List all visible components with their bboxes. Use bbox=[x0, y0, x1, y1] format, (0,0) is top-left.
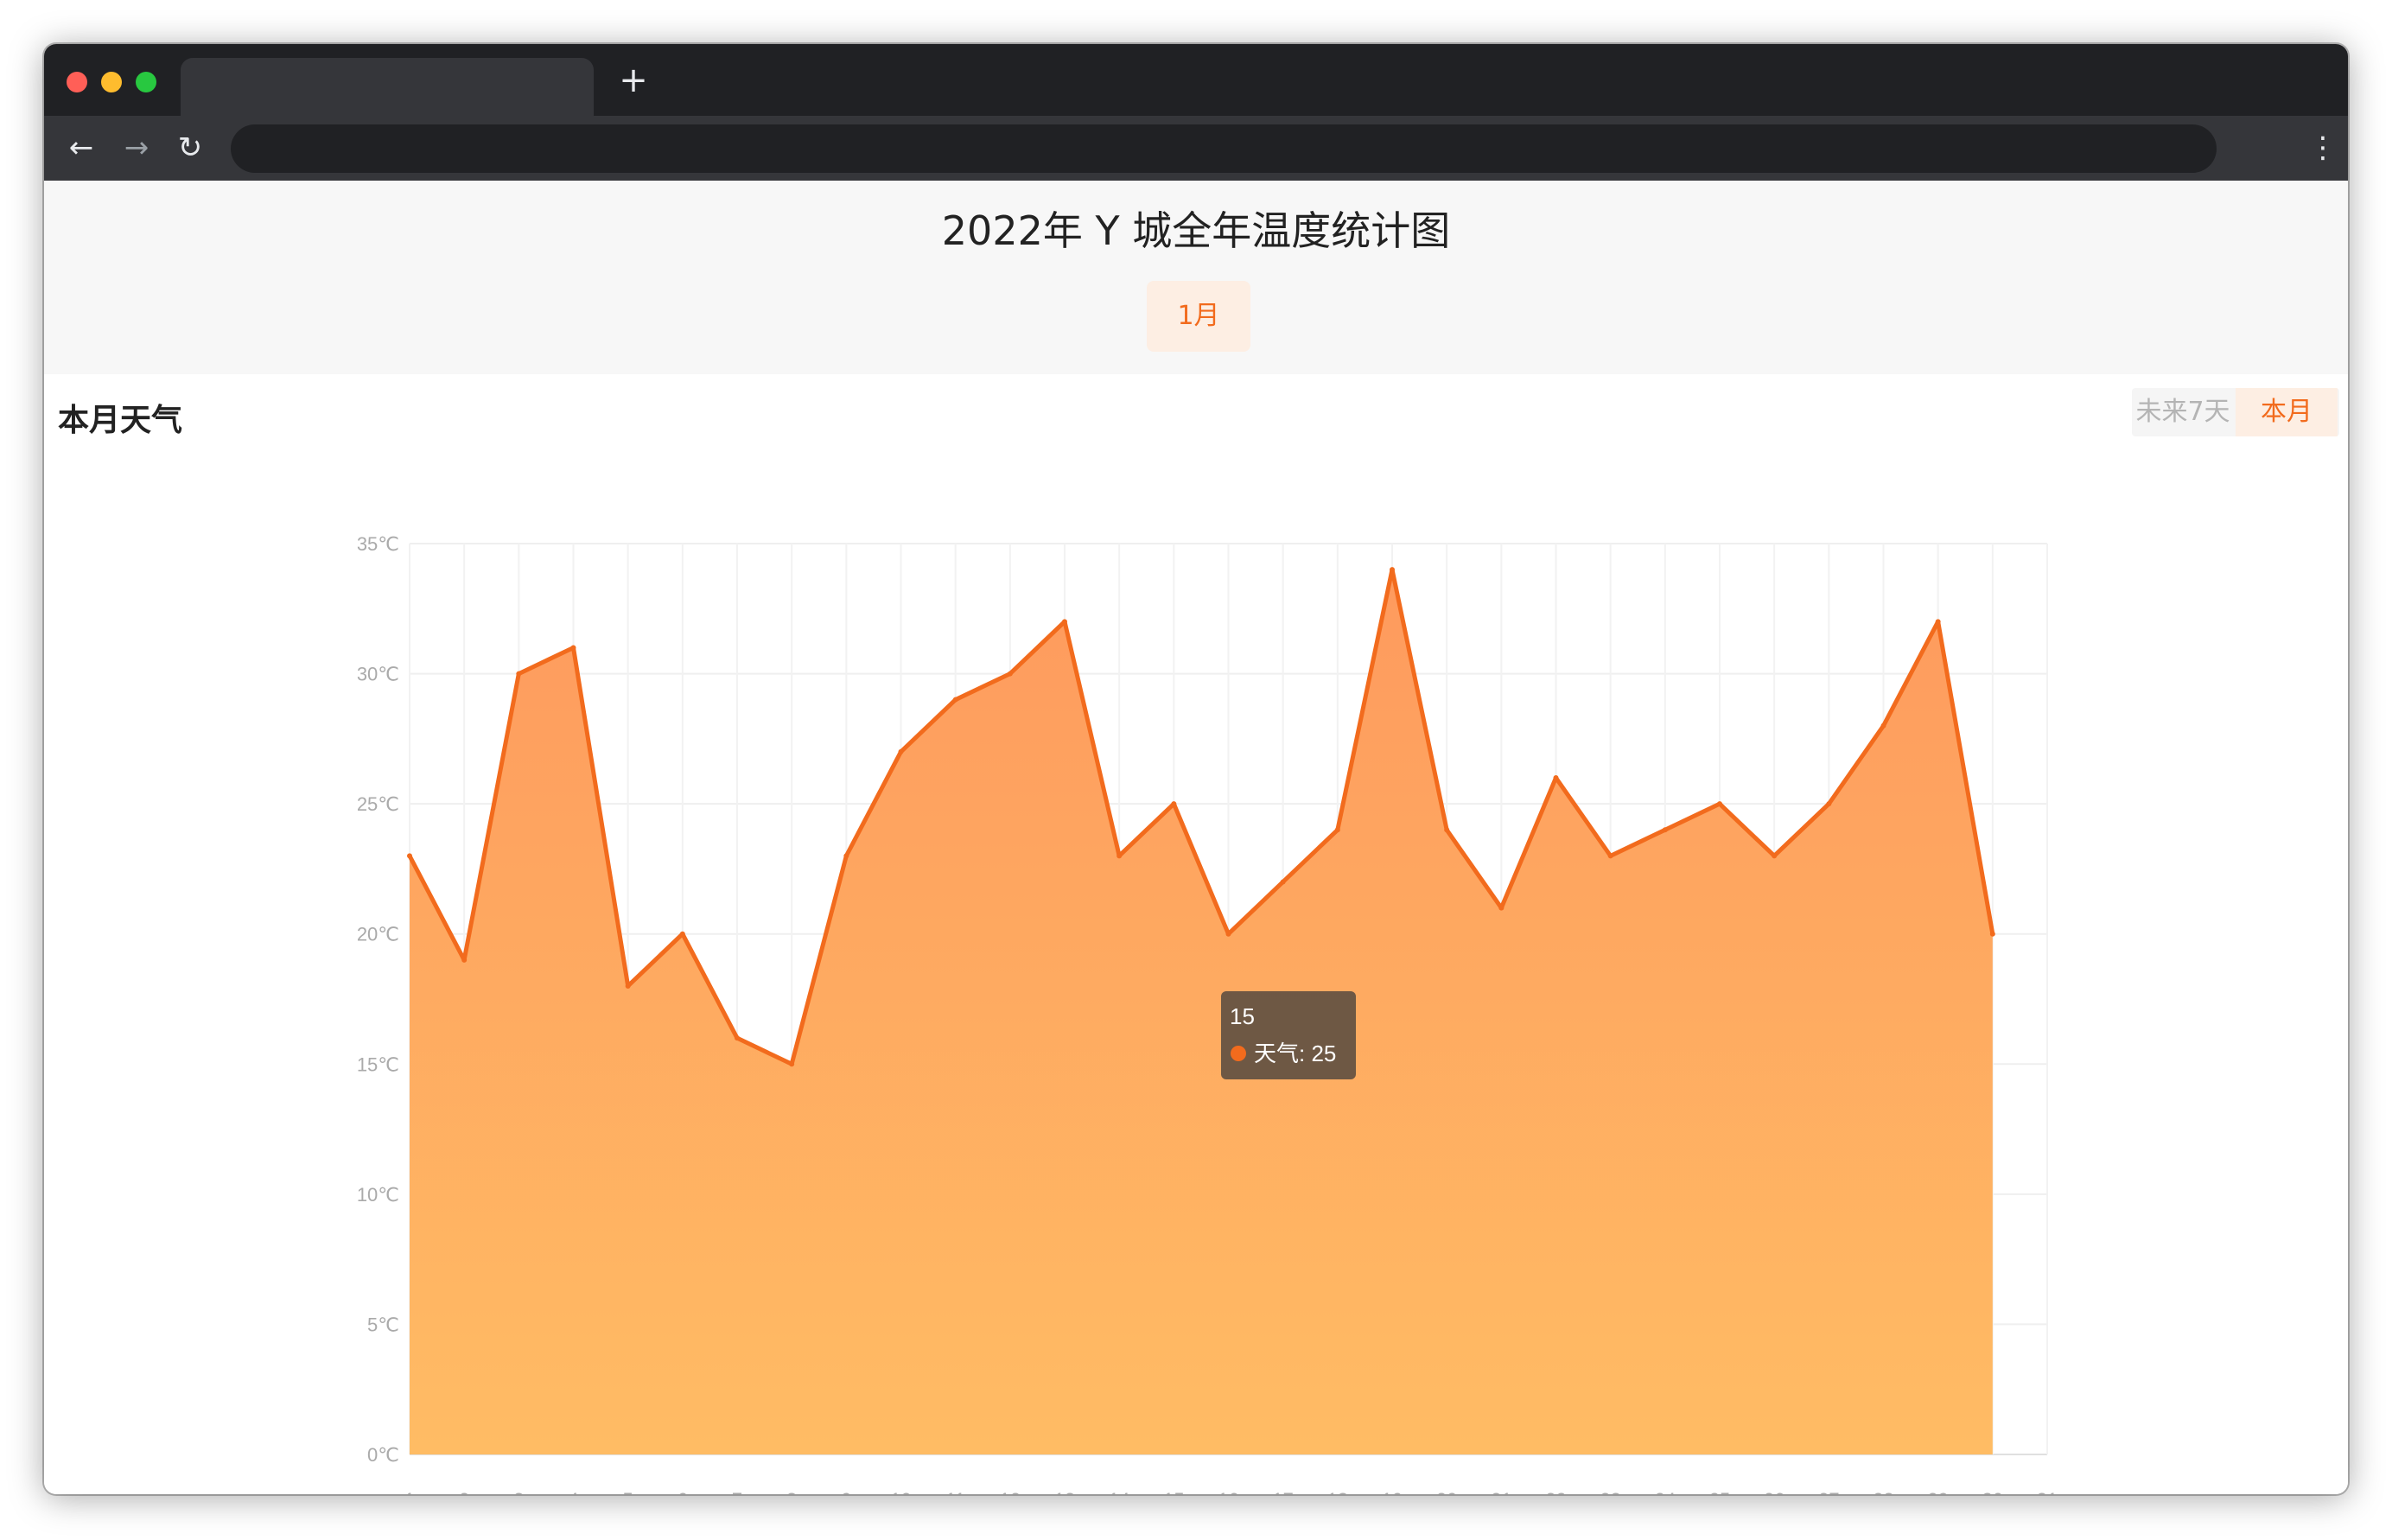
close-window-button[interactable] bbox=[67, 72, 87, 92]
x-tick-label: 20 bbox=[1436, 1489, 1457, 1494]
data-point bbox=[843, 853, 849, 859]
x-tick-label: 14 bbox=[1109, 1489, 1129, 1494]
tooltip-header: 15 bbox=[1230, 1003, 1255, 1029]
data-point bbox=[1171, 801, 1177, 807]
reload-icon[interactable]: ↻ bbox=[170, 128, 210, 168]
data-point bbox=[1880, 722, 1886, 729]
chart-container: 0℃5℃10℃15℃20℃25℃30℃35℃ 12345678910111213… bbox=[44, 181, 2348, 1494]
data-point bbox=[1007, 671, 1013, 677]
data-point bbox=[1772, 853, 1778, 859]
chart-tooltip: 15 天气: 25 bbox=[1221, 991, 1356, 1079]
temperature-area-chart[interactable]: 0℃5℃10℃15℃20℃25℃30℃35℃ 12345678910111213… bbox=[44, 181, 2348, 1494]
data-point bbox=[1444, 827, 1450, 833]
new-tab-plus-icon[interactable]: + bbox=[614, 61, 652, 99]
series-area-fill bbox=[410, 570, 1993, 1454]
y-tick-label: 10℃ bbox=[357, 1184, 399, 1206]
y-axis-ticks: 0℃ 5℃ 10℃ 15℃ 20℃ 25℃ 30℃ 35℃ bbox=[357, 533, 399, 1466]
x-tick-label: 22 bbox=[1545, 1489, 1566, 1494]
data-point bbox=[407, 853, 412, 859]
x-tick-label: 17 bbox=[1272, 1489, 1293, 1494]
x-tick-label: 10 bbox=[890, 1489, 911, 1494]
x-tick-label: 30 bbox=[1982, 1489, 2003, 1494]
data-point bbox=[1390, 567, 1395, 573]
x-tick-label: 24 bbox=[1655, 1489, 1676, 1494]
y-tick-label: 25℃ bbox=[357, 793, 399, 815]
browser-window: + ← → ↻ ⋮ 2022年 Y 城全年温度统计图 1月 本月天气 未来7天 … bbox=[44, 44, 2348, 1494]
minimize-window-button[interactable] bbox=[101, 72, 122, 92]
data-point bbox=[1553, 775, 1559, 781]
x-tick-label: 18 bbox=[1327, 1489, 1348, 1494]
data-point bbox=[679, 931, 685, 937]
y-tick-label: 0℃ bbox=[367, 1444, 399, 1466]
data-point bbox=[1280, 879, 1286, 885]
data-point bbox=[516, 671, 522, 677]
data-point bbox=[1498, 905, 1505, 911]
x-tick-label: 27 bbox=[1818, 1489, 1839, 1494]
y-tick-label: 5℃ bbox=[367, 1314, 399, 1335]
x-tick-label: 23 bbox=[1600, 1489, 1620, 1494]
x-tick-label: 12 bbox=[1000, 1489, 1021, 1494]
y-tick-label: 15℃ bbox=[357, 1053, 399, 1075]
data-point bbox=[1062, 619, 1067, 625]
x-tick-label: 25 bbox=[1709, 1489, 1730, 1494]
tooltip-series-dot bbox=[1231, 1046, 1246, 1061]
x-axis-ticks: 1234567891011121314151617181920212223242… bbox=[404, 1489, 2058, 1494]
data-point bbox=[461, 957, 468, 963]
x-tick-label: 16 bbox=[1218, 1489, 1238, 1494]
data-point bbox=[735, 1035, 740, 1041]
more-menu-icon[interactable]: ⋮ bbox=[2308, 128, 2338, 168]
data-point bbox=[1334, 827, 1340, 833]
data-point bbox=[625, 983, 631, 989]
y-tick-label: 20℃ bbox=[357, 924, 399, 945]
x-tick-label: 13 bbox=[1054, 1489, 1075, 1494]
x-tick-label: 29 bbox=[1927, 1489, 1948, 1494]
maximize-window-button[interactable] bbox=[136, 72, 156, 92]
data-point bbox=[789, 1061, 795, 1067]
tooltip-series-label: 天气: 25 bbox=[1254, 1040, 1336, 1066]
data-point bbox=[1717, 801, 1722, 807]
x-tick-label: 1 bbox=[404, 1489, 415, 1494]
data-point bbox=[1662, 827, 1668, 833]
x-tick-label: 15 bbox=[1163, 1489, 1184, 1494]
data-point bbox=[1935, 619, 1941, 625]
x-tick-label: 19 bbox=[1382, 1489, 1403, 1494]
x-tick-label: 28 bbox=[1873, 1489, 1893, 1494]
x-tick-label: 6 bbox=[678, 1489, 688, 1494]
y-tick-label: 35℃ bbox=[357, 533, 399, 555]
data-point bbox=[1989, 931, 1995, 937]
data-point bbox=[952, 697, 958, 703]
x-tick-label: 3 bbox=[513, 1489, 524, 1494]
x-tick-label: 21 bbox=[1491, 1489, 1511, 1494]
data-point bbox=[570, 645, 576, 651]
x-tick-label: 5 bbox=[623, 1489, 633, 1494]
data-point bbox=[1225, 931, 1231, 937]
back-arrow-icon[interactable]: ← bbox=[61, 128, 101, 168]
x-tick-label: 11 bbox=[945, 1489, 965, 1494]
browser-toolbar: ← → ↻ ⋮ bbox=[44, 116, 2348, 181]
x-tick-label: 9 bbox=[841, 1489, 851, 1494]
data-point bbox=[898, 748, 904, 754]
browser-titlebar: + bbox=[44, 44, 2348, 116]
x-tick-label: 2 bbox=[459, 1489, 469, 1494]
x-tick-label: 4 bbox=[568, 1489, 578, 1494]
address-bar[interactable] bbox=[231, 124, 2217, 173]
x-tick-label: 8 bbox=[786, 1489, 797, 1494]
page-content: 2022年 Y 城全年温度统计图 1月 本月天气 未来7天 本月 0℃ 5℃ 10℃… bbox=[44, 181, 2348, 1494]
data-point bbox=[1826, 801, 1832, 807]
data-point bbox=[1607, 853, 1613, 859]
forward-arrow-icon[interactable]: → bbox=[117, 128, 156, 168]
chart-area-layer bbox=[407, 567, 1995, 1454]
browser-tab[interactable] bbox=[181, 58, 594, 116]
data-point bbox=[1116, 853, 1123, 859]
x-tick-label: 26 bbox=[1764, 1489, 1784, 1494]
x-tick-label: 31 bbox=[2037, 1489, 2058, 1494]
x-tick-label: 7 bbox=[732, 1489, 742, 1494]
y-tick-label: 30℃ bbox=[357, 664, 399, 685]
